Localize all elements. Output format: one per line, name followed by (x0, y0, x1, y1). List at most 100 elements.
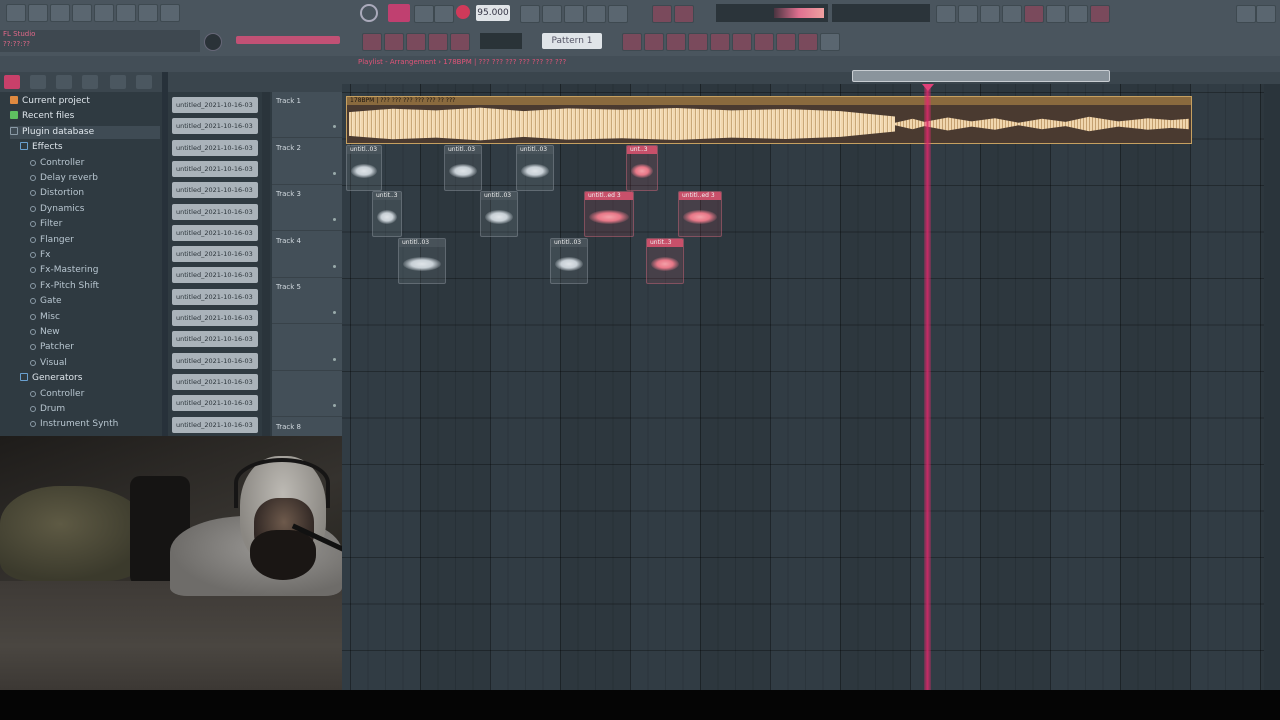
browser-item[interactable]: Visual (30, 357, 67, 370)
browser-tab-options[interactable] (136, 75, 152, 89)
picker-item[interactable]: untitled_2021-10-16-03 (172, 288, 258, 305)
step-edit-button[interactable] (674, 5, 694, 23)
pattern-prev-button[interactable] (362, 33, 382, 51)
countdown-button[interactable] (564, 5, 584, 23)
menu-help[interactable] (160, 4, 180, 22)
picker-item[interactable]: untitled_2021-10-16-03 (172, 224, 258, 241)
shortcut-2[interactable] (644, 33, 664, 51)
piano-roll-button[interactable] (958, 5, 978, 23)
horizontal-scrollbar[interactable] (852, 70, 1110, 82)
pause-button[interactable] (434, 5, 454, 23)
browser-item[interactable]: Flanger (30, 234, 74, 247)
loop-record-button[interactable] (608, 5, 628, 23)
audio-clip[interactable]: untitl..ed 3 (584, 191, 634, 237)
browser-item[interactable]: Fx-Mastering (30, 264, 98, 277)
snap-button[interactable] (652, 5, 672, 23)
picker-item[interactable]: untitled_2021-10-16-03 (172, 416, 258, 433)
playlist-window-button[interactable] (936, 5, 956, 23)
browser-item[interactable]: Controller (30, 388, 84, 401)
picker-item[interactable]: untitled_2021-10-16-03 (172, 118, 258, 135)
browser-item[interactable]: Filter (30, 218, 62, 231)
browser-item[interactable]: Dynamics (30, 203, 84, 216)
mixer-button[interactable] (1002, 5, 1022, 23)
audio-clip-main[interactable]: 178BPM | ??? ??? ??? ??? ??? ?? ??? (346, 96, 1192, 144)
browser-item[interactable]: Drum (30, 403, 65, 416)
picker-item[interactable]: untitled_2021-10-16-03 (172, 267, 258, 284)
close-button[interactable] (1256, 5, 1276, 23)
audio-clip[interactable]: untitl..ed 3 (678, 191, 722, 237)
audio-clip[interactable]: untitl..03 (444, 145, 482, 191)
playhead-marker[interactable] (922, 84, 934, 91)
shortcut-7[interactable] (754, 33, 774, 51)
menu-file[interactable] (6, 4, 26, 22)
track-header[interactable]: Track 4 (272, 232, 342, 278)
browser-item[interactable]: Distortion (30, 187, 84, 200)
menu-options[interactable] (116, 4, 136, 22)
audio-clip[interactable]: untitl..03 (550, 238, 588, 284)
pattern-selector[interactable]: Pattern 1 (542, 33, 602, 49)
browser-tab-current[interactable] (30, 75, 46, 89)
play-button[interactable] (388, 4, 410, 22)
track-header[interactable] (272, 371, 342, 417)
pattern-tool-button[interactable] (450, 33, 470, 51)
audio-clip[interactable]: untitl..03 (346, 145, 382, 191)
shortcut-1[interactable] (622, 33, 642, 51)
browser-tab-all[interactable] (4, 75, 20, 89)
browser-item[interactable]: Gate (30, 295, 62, 308)
browser-button[interactable] (1024, 5, 1044, 23)
tempo-display[interactable]: 95.000 (476, 5, 510, 21)
master-volume-knob[interactable] (204, 33, 222, 51)
menu-view[interactable] (94, 4, 114, 22)
browser-item[interactable]: Delay reverb (30, 172, 98, 185)
shortcut-3[interactable] (666, 33, 686, 51)
track-header[interactable] (272, 325, 342, 371)
pattern-split-button[interactable] (428, 33, 448, 51)
tempo-tapper-button[interactable] (1068, 5, 1088, 23)
picker-item[interactable]: untitled_2021-10-16-03 (172, 246, 258, 263)
blend-notes-button[interactable] (586, 5, 606, 23)
browser-item[interactable]: Generators (20, 372, 82, 385)
stop-button[interactable] (414, 5, 434, 23)
minimize-button[interactable] (1236, 5, 1256, 23)
browser-item[interactable]: Effects (20, 141, 63, 154)
online-button[interactable] (1090, 5, 1110, 23)
plugin-picker-button[interactable] (1046, 5, 1066, 23)
shortcut-10[interactable] (820, 33, 840, 51)
audio-clip[interactable]: untit..3 (646, 238, 684, 284)
picker-item[interactable]: untitled_2021-10-16-03 (172, 310, 258, 326)
record-button[interactable] (456, 5, 470, 19)
vertical-scrollbar[interactable] (1264, 84, 1280, 690)
channel-rack-button[interactable] (980, 5, 1000, 23)
picker-item[interactable]: untitled_2021-10-16-03 (172, 203, 258, 220)
browser-tab-star[interactable] (110, 75, 126, 89)
picker-item[interactable]: untitled_2021-10-16-03 (172, 352, 258, 369)
shortcut-6[interactable] (732, 33, 752, 51)
picker-item[interactable]: untitled_2021-10-16-03 (172, 373, 258, 390)
picker-item[interactable]: untitled_2021-10-16-03 (172, 160, 258, 177)
shortcut-4[interactable] (688, 33, 708, 51)
menu-add[interactable] (50, 4, 70, 22)
track-header[interactable]: Track 2 (272, 139, 342, 185)
pattern-next-button[interactable] (384, 33, 404, 51)
audio-clip[interactable]: untitl..03 (480, 191, 518, 237)
audio-clip[interactable]: untitl..03 (398, 238, 446, 284)
track-header[interactable]: Track 1 (272, 92, 342, 138)
track-header[interactable]: Track 3 (272, 185, 342, 231)
picker-item[interactable]: untitled_2021-10-16-03 (172, 182, 258, 199)
picker-item[interactable]: untitled_2021-10-16-03 (172, 331, 258, 348)
metronome-button[interactable] (520, 5, 540, 23)
browser-item[interactable]: New (30, 326, 60, 339)
pattern-song-toggle[interactable] (360, 4, 378, 22)
picker-item[interactable]: untitled_2021-10-16-03 (172, 395, 258, 412)
shortcut-9[interactable] (798, 33, 818, 51)
track-header[interactable]: Track 5 (272, 278, 342, 324)
browser-item[interactable]: Plugin database (10, 125, 160, 139)
browser-tab-back[interactable] (56, 75, 72, 89)
picker-scrollbar[interactable] (262, 92, 270, 436)
browser-item[interactable]: Fx (30, 249, 51, 262)
menu-edit[interactable] (28, 4, 48, 22)
shortcut-8[interactable] (776, 33, 796, 51)
browser-item[interactable]: Misc (30, 311, 60, 324)
audio-clip[interactable]: untit..3 (372, 191, 402, 237)
audio-clip[interactable]: unt..3 (626, 145, 658, 191)
